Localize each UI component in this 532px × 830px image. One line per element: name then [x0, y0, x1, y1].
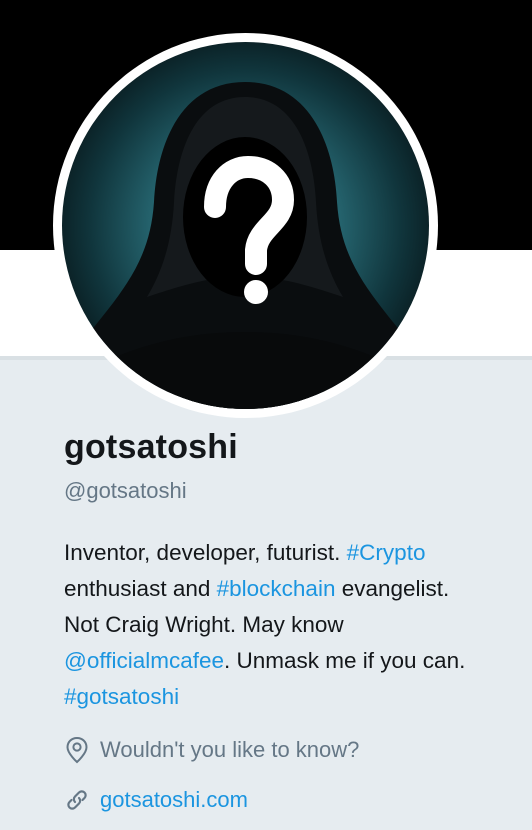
location-text: Wouldn't you like to know?	[100, 737, 360, 762]
website-link[interactable]: gotsatoshi.com	[100, 787, 248, 813]
profile-bio: Inventor, developer, futurist. #Crypto e…	[64, 535, 524, 715]
bio-line: #gotsatoshi	[64, 679, 524, 715]
bio-line: @officialmcafee. Unmask me if you can.	[64, 643, 524, 679]
bio-text: . Unmask me if you can.	[224, 648, 466, 673]
location-pin-icon	[66, 736, 88, 764]
bio-line: Inventor, developer, futurist. #Crypto	[64, 535, 524, 571]
link-icon	[67, 790, 87, 810]
avatar-image	[62, 42, 429, 409]
avatar[interactable]	[53, 33, 438, 418]
profile-name[interactable]: gotsatoshi	[64, 428, 238, 467]
bio-text: evangelist.	[335, 576, 450, 601]
hashtag-link[interactable]: #blockchain	[217, 576, 336, 601]
bio-text: Not Craig Wright. May know	[64, 612, 344, 637]
bio-text: Inventor, developer, futurist.	[64, 540, 347, 565]
bio-line: Not Craig Wright. May know	[64, 607, 524, 643]
bio-line: enthusiast and #blockchain evangelist.	[64, 571, 524, 607]
mention-link[interactable]: @officialmcafee	[64, 648, 224, 673]
bio-text: enthusiast and	[64, 576, 217, 601]
hashtag-link[interactable]: #Crypto	[347, 540, 426, 565]
hooded-figure-icon	[82, 82, 409, 409]
hashtag-link[interactable]: #gotsatoshi	[64, 684, 179, 709]
profile-website[interactable]: gotsatoshi.com	[64, 787, 248, 813]
profile-location: Wouldn't you like to know?	[64, 736, 359, 764]
profile-handle[interactable]: @gotsatoshi	[64, 478, 187, 504]
